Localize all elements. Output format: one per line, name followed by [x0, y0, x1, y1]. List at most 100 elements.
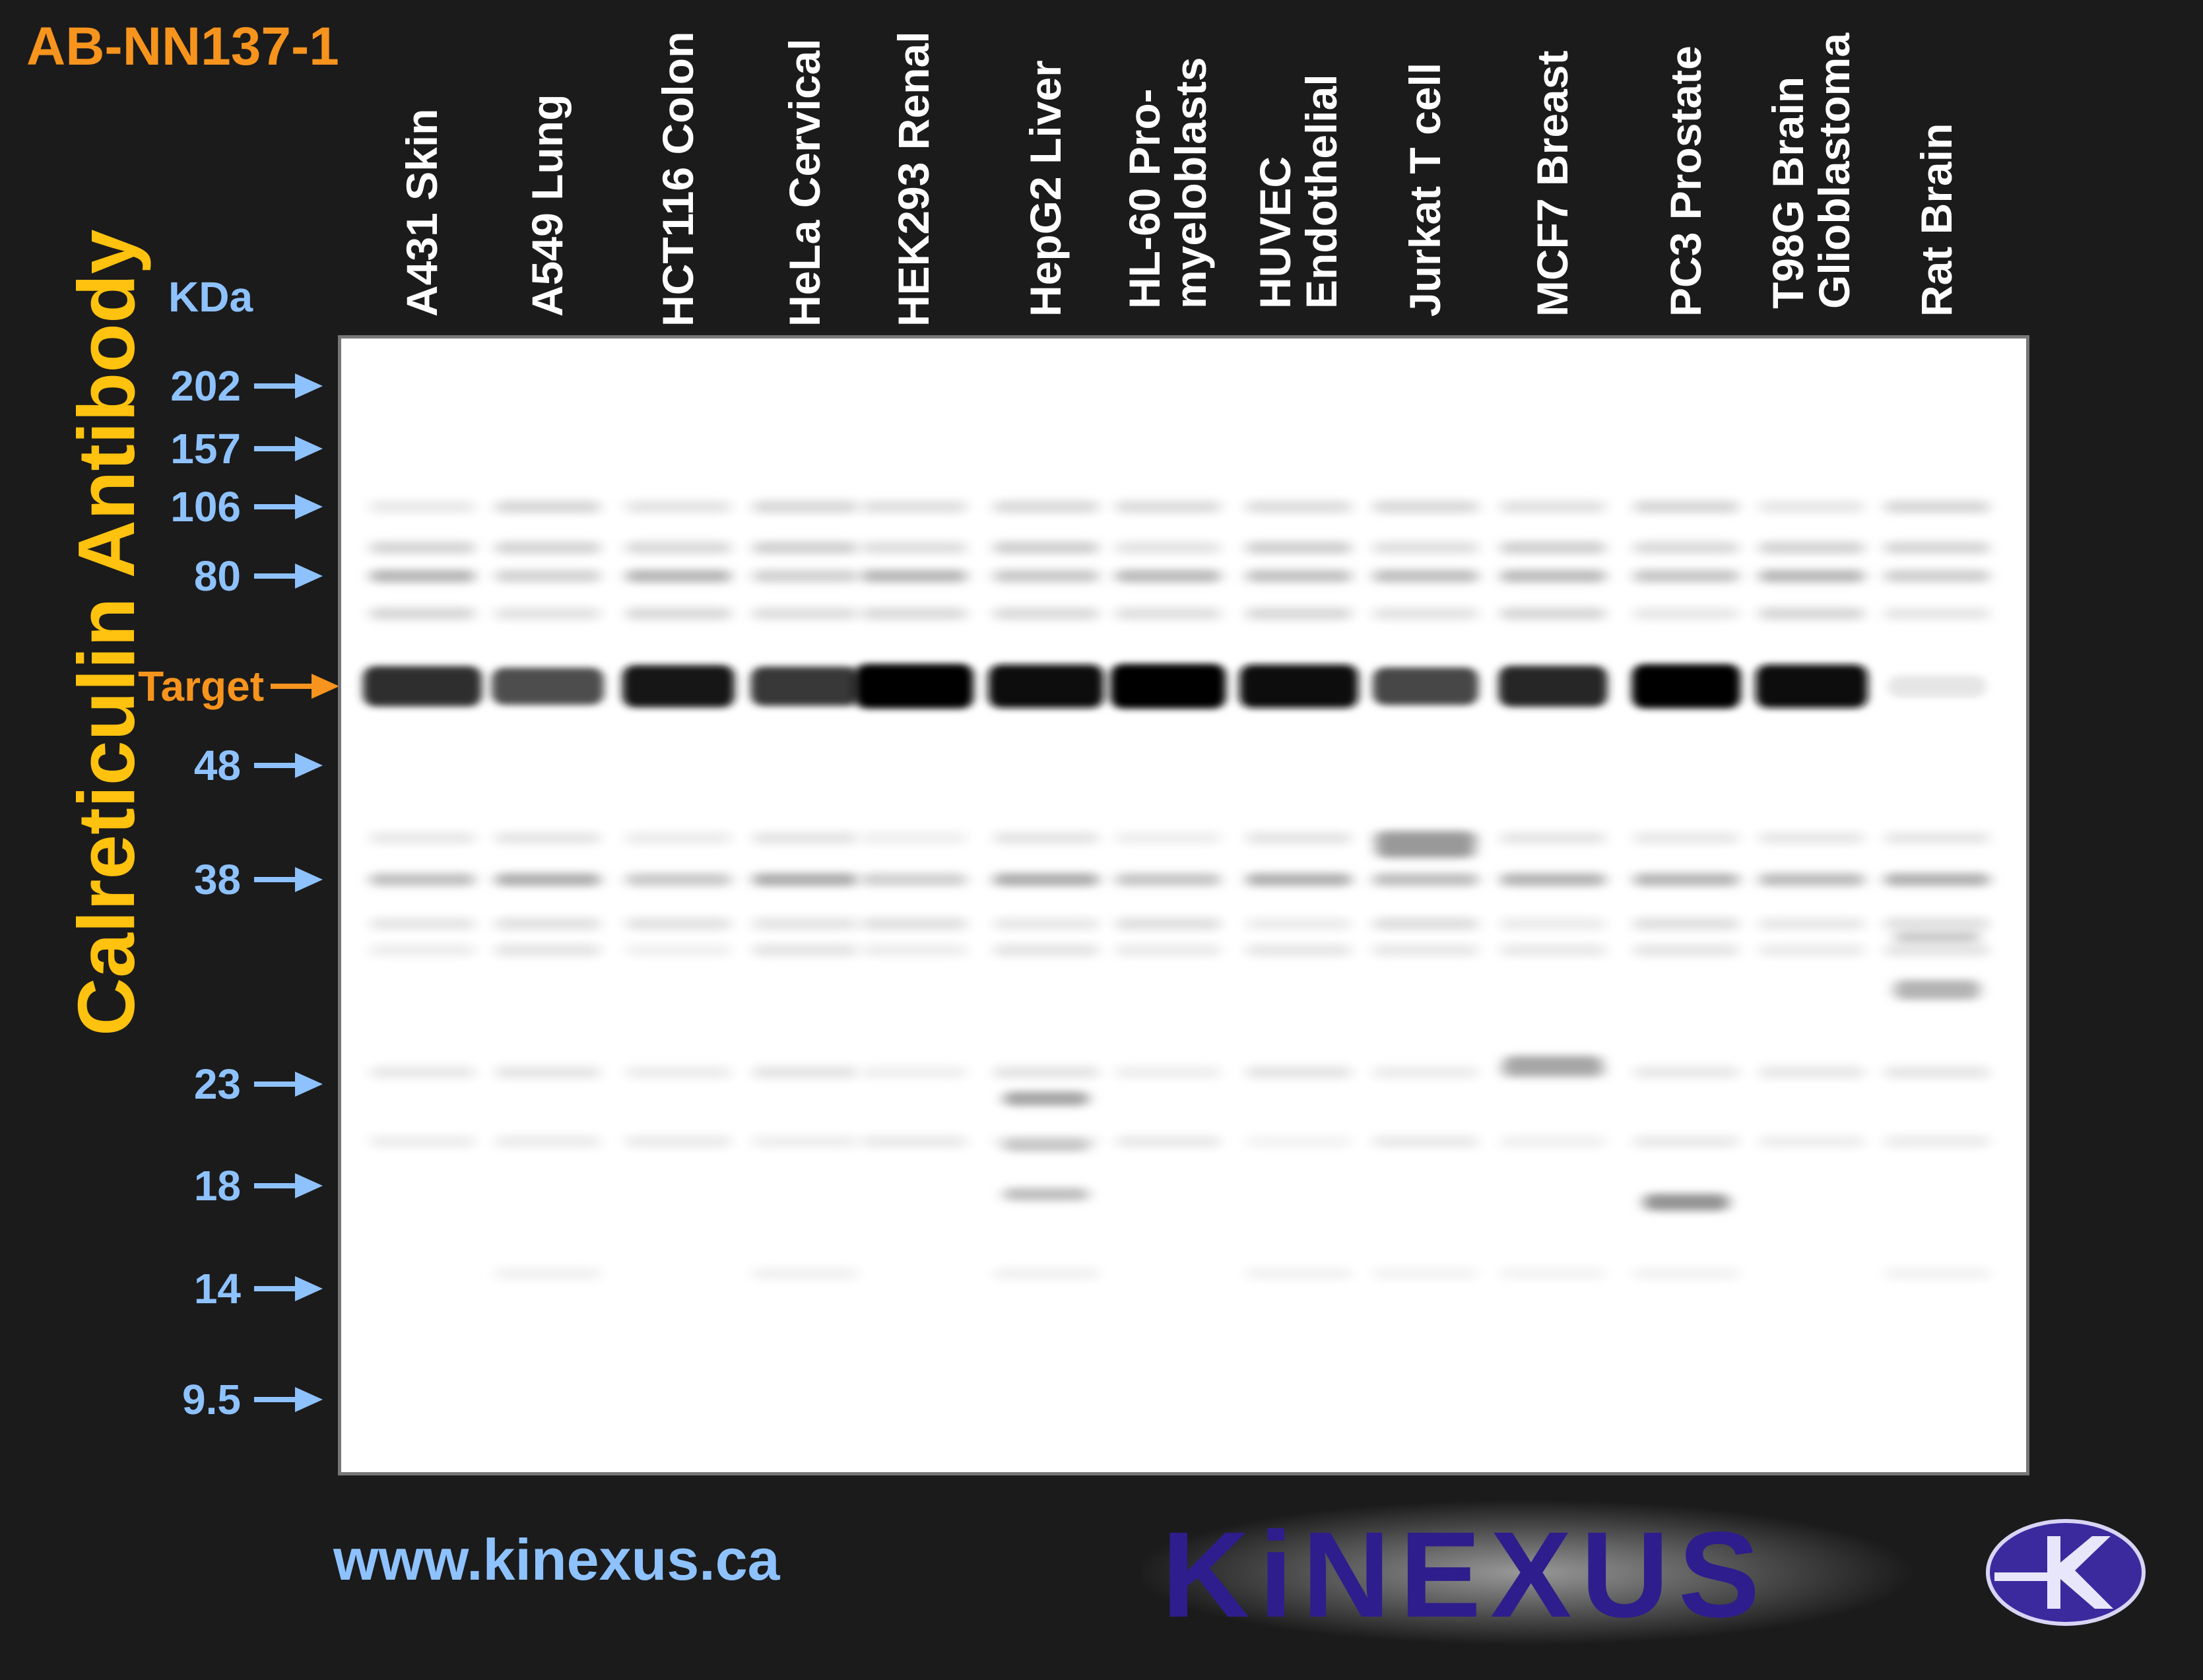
- target-band: [1631, 664, 1741, 709]
- marker-arrow-icon: [254, 564, 323, 589]
- lane-label-line: Endothelial: [1296, 74, 1346, 309]
- background-band: [993, 1267, 1099, 1280]
- background-band: [1246, 944, 1352, 957]
- website-link[interactable]: www.kinexus.ca: [333, 1531, 780, 1589]
- background-band: [1759, 1135, 1864, 1148]
- marker-arrow-icon: [254, 494, 323, 519]
- background-band: [993, 607, 1099, 620]
- background-band: [1759, 944, 1864, 957]
- background-band: [1884, 1066, 1990, 1079]
- background-band: [1884, 1267, 1990, 1280]
- background-band: [752, 1267, 858, 1280]
- background-band: [1633, 944, 1739, 957]
- background-band: [1884, 917, 1990, 930]
- lane-label-line: MCF7 Breast: [1528, 50, 1577, 317]
- marker-arrow-icon: [254, 373, 323, 399]
- marker-arrow-icon: [254, 1072, 323, 1097]
- background-band: [1246, 541, 1352, 554]
- background-band: [1373, 569, 1478, 583]
- background-band: [1246, 1267, 1352, 1280]
- background-band: [626, 541, 731, 554]
- background-band: [1633, 917, 1739, 930]
- background-band: [993, 500, 1099, 513]
- background-band: [370, 873, 475, 886]
- background-band: [993, 1066, 1099, 1079]
- target-band: [1756, 664, 1868, 709]
- lane-specific-band: [1376, 831, 1475, 858]
- lane-label-line: HepG2 Liver: [1021, 60, 1070, 317]
- background-band: [1500, 831, 1606, 845]
- background-band: [1759, 500, 1864, 513]
- lane-label-line: Glioblastoma: [1809, 32, 1858, 309]
- marker-label: 18: [193, 1162, 241, 1210]
- background-band: [1633, 1135, 1739, 1148]
- background-band: [1633, 607, 1739, 620]
- background-band: [1500, 569, 1606, 583]
- lane-labels: A431 Skin A549 Lung HCT116 Colon HeLa Cervi…: [0, 0, 2203, 343]
- marker-label: 14: [193, 1265, 241, 1312]
- background-band: [1500, 1135, 1606, 1148]
- background-band: [1373, 1135, 1478, 1148]
- lane-label: PC3 Prostate: [1661, 46, 1710, 317]
- background-band: [1633, 873, 1739, 886]
- lane-label-line: HL-60 Pro-: [1120, 88, 1169, 309]
- background-band: [861, 569, 967, 583]
- background-band: [861, 831, 967, 845]
- lane-label-line: HUVEC: [1251, 156, 1299, 309]
- lane-label: Jurkat T cell: [1400, 63, 1449, 317]
- antibody-title: Calreticulin Antibody: [61, 229, 151, 1036]
- background-band: [1633, 500, 1739, 513]
- background-band: [1759, 569, 1864, 583]
- background-band: [1500, 1267, 1606, 1280]
- background-band: [495, 500, 601, 513]
- background-band: [626, 1135, 731, 1148]
- background-band: [1373, 873, 1478, 886]
- background-band: [1759, 1066, 1864, 1079]
- background-band: [1246, 1066, 1352, 1079]
- background-band: [752, 500, 858, 513]
- background-band: [752, 831, 858, 845]
- background-band: [626, 569, 731, 583]
- lane-label-line: HeLa Cervical: [780, 38, 829, 327]
- lane-label: HL-60 Pro-myeloblasts: [1120, 57, 1215, 309]
- target-marker: Target: [0, 663, 339, 709]
- lane-specific-band: [1503, 1056, 1602, 1076]
- background-band: [1373, 541, 1478, 554]
- marker-label: 48: [193, 742, 241, 789]
- lane-specific-band: [1643, 1194, 1729, 1211]
- lane-specific-band: [1003, 1091, 1089, 1106]
- background-band: [1115, 873, 1221, 886]
- background-band: [1884, 500, 1990, 513]
- background-band: [370, 569, 475, 583]
- lane-specific-band: [1894, 980, 1980, 1000]
- lane-specific-band: [1894, 930, 1980, 944]
- marker-label: 9.5: [182, 1376, 241, 1423]
- target-band: [622, 664, 735, 708]
- background-band: [1373, 1066, 1478, 1079]
- background-band: [752, 569, 858, 583]
- background-band: [861, 607, 967, 620]
- background-band: [1759, 831, 1864, 845]
- lane-label: HCT116 Colon: [653, 32, 702, 327]
- background-band: [861, 873, 967, 886]
- background-band: [626, 1066, 731, 1079]
- marker-label: 80: [193, 552, 241, 600]
- background-band: [1500, 944, 1606, 957]
- background-band: [1246, 1135, 1352, 1148]
- marker-label: 202: [170, 362, 241, 410]
- background-band: [370, 541, 475, 554]
- background-band: [495, 541, 601, 554]
- target-band: [1888, 675, 1987, 697]
- background-band: [495, 1267, 601, 1280]
- background-band: [1759, 917, 1864, 930]
- background-band: [1373, 607, 1478, 620]
- kinexus-logo: KiNEXUS: [1142, 1500, 2146, 1645]
- marker-label: 38: [193, 856, 241, 903]
- background-band: [1759, 873, 1864, 886]
- lane-label: A549 Lung: [523, 94, 572, 317]
- background-band: [626, 944, 731, 957]
- marker-157: 157: [0, 426, 330, 472]
- background-band: [993, 541, 1099, 554]
- background-band: [1373, 1267, 1478, 1280]
- background-band: [370, 500, 475, 513]
